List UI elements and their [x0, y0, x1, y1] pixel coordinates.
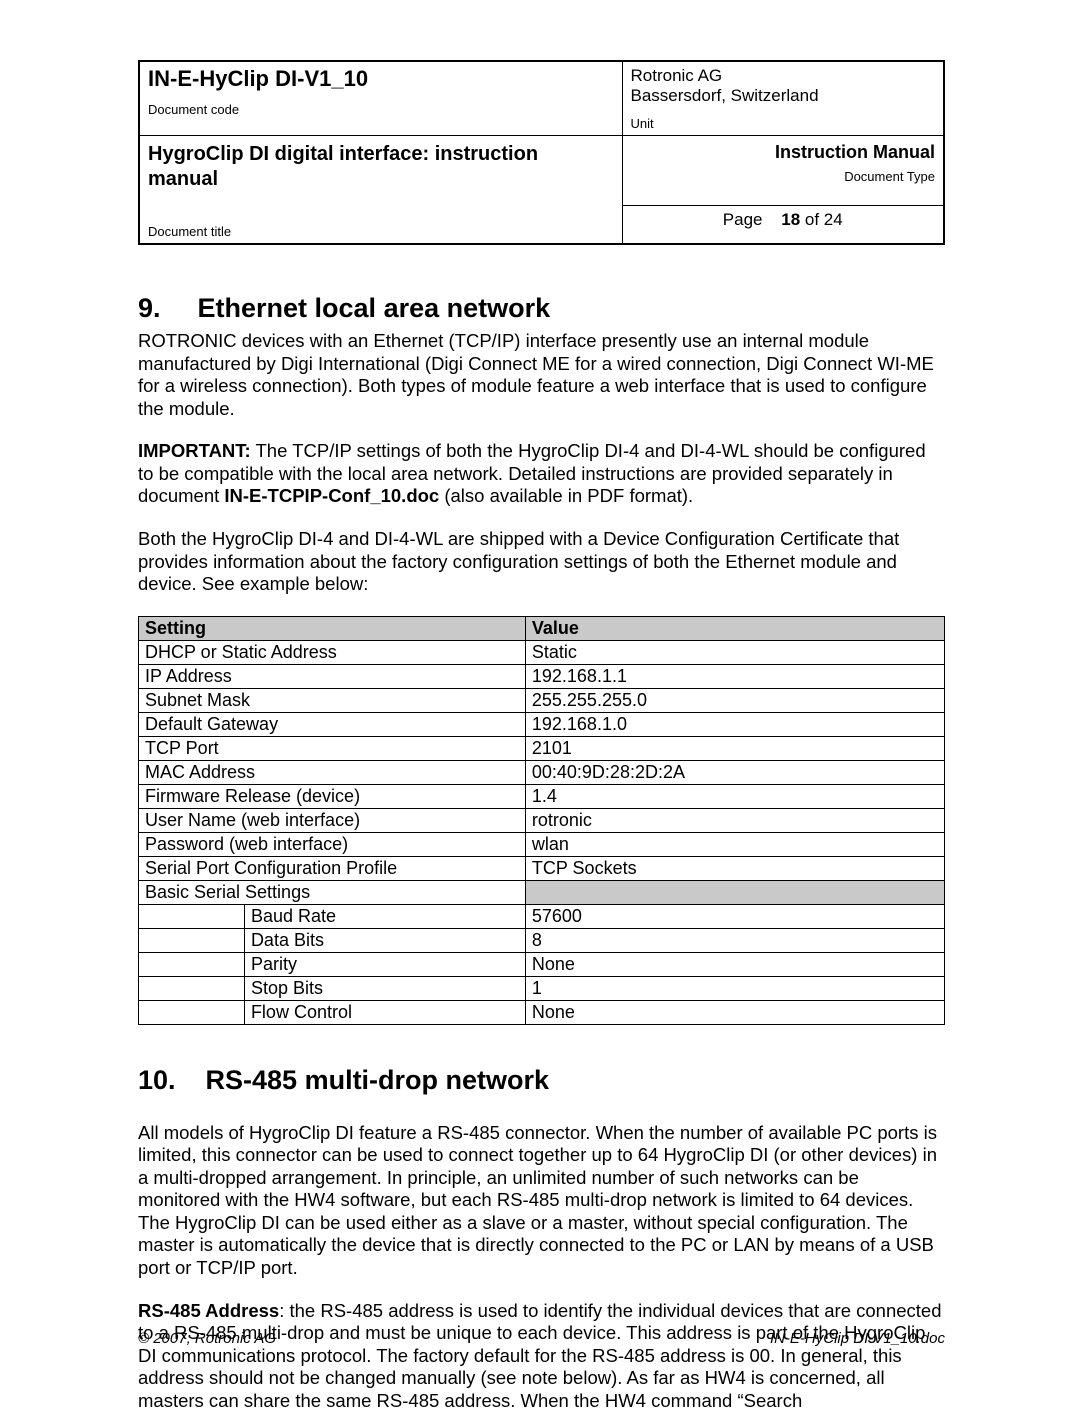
col-header-setting: Setting — [139, 616, 526, 640]
setting-name: User Name (web interface) — [139, 808, 526, 832]
section-10-title: RS-485 multi-drop network — [206, 1065, 550, 1095]
setting-sub-value: None — [525, 1000, 944, 1024]
table-row: IP Address192.168.1.1 — [139, 664, 945, 688]
setting-section-name: Basic Serial Settings — [139, 880, 526, 904]
setting-section-value — [525, 880, 944, 904]
table-sub-row: Baud Rate57600 — [139, 904, 945, 928]
setting-value: 00:40:9D:28:2D:2A — [525, 760, 944, 784]
section-9-heading: 9. Ethernet local area network — [138, 293, 945, 324]
table-section-row: Basic Serial Settings — [139, 880, 945, 904]
setting-name: IP Address — [139, 664, 526, 688]
table-row: Subnet Mask255.255.255.0 — [139, 688, 945, 712]
indent-cell — [139, 904, 245, 928]
setting-sub-value: 1 — [525, 976, 944, 1000]
important-doc-ref: IN-E-TCPIP-Conf_10.doc — [224, 485, 439, 506]
table-sub-row: Stop Bits1 — [139, 976, 945, 1000]
setting-sub-value: None — [525, 952, 944, 976]
setting-value: wlan — [525, 832, 944, 856]
section-9-para-3: Both the HygroClip DI-4 and DI-4-WL are … — [138, 528, 945, 596]
page-total: of 24 — [800, 210, 843, 229]
setting-sub-name: Flow Control — [244, 1000, 525, 1024]
setting-value: 192.168.1.1 — [525, 664, 944, 688]
footer-filename: IN-E-HyClip DI-V1_10.doc — [770, 1330, 945, 1347]
section-9-title: Ethernet local area network — [198, 293, 551, 323]
indent-cell — [139, 1000, 245, 1024]
company-location: Bassersdorf, Switzerland — [631, 86, 819, 105]
important-text-2: (also available in PDF format). — [439, 485, 693, 506]
section-9-para-1: ROTRONIC devices with an Ethernet (TCP/I… — [138, 330, 945, 420]
col-header-value: Value — [525, 616, 944, 640]
document-page: IN-E-HyClip DI-V1_10 Document code Rotro… — [0, 0, 1080, 1397]
company-name: Rotronic AG — [631, 66, 723, 85]
table-sub-row: ParityNone — [139, 952, 945, 976]
instruction-manual-label: Instruction Manual — [631, 142, 936, 163]
setting-name: Firmware Release (device) — [139, 784, 526, 808]
setting-value: 2101 — [525, 736, 944, 760]
unit-label: Unit — [631, 116, 936, 131]
setting-value: 255.255.255.0 — [525, 688, 944, 712]
table-row: Firmware Release (device)1.4 — [139, 784, 945, 808]
setting-name: TCP Port — [139, 736, 526, 760]
document-title-label: Document title — [148, 224, 614, 239]
rs485-address-label: RS-485 Address — [138, 1300, 279, 1321]
table-row: User Name (web interface)rotronic — [139, 808, 945, 832]
footer-copyright: © 2007; Rotronic AG — [138, 1330, 276, 1347]
document-type-label: Document Type — [631, 169, 936, 184]
document-header-table: IN-E-HyClip DI-V1_10 Document code Rotro… — [138, 60, 945, 245]
setting-sub-name: Data Bits — [244, 928, 525, 952]
setting-name: Password (web interface) — [139, 832, 526, 856]
section-9-important: IMPORTANT: The TCP/IP settings of both t… — [138, 440, 945, 508]
setting-name: Subnet Mask — [139, 688, 526, 712]
setting-value: rotronic — [525, 808, 944, 832]
setting-value: 1.4 — [525, 784, 944, 808]
table-row: Password (web interface)wlan — [139, 832, 945, 856]
indent-cell — [139, 928, 245, 952]
table-row: MAC Address00:40:9D:28:2D:2A — [139, 760, 945, 784]
section-10-number: 10. — [138, 1065, 198, 1096]
section-10-address-para: RS-485 Address: the RS-485 address is us… — [138, 1300, 945, 1412]
setting-sub-name: Baud Rate — [244, 904, 525, 928]
settings-table: Setting Value DHCP or Static AddressStat… — [138, 616, 945, 1025]
setting-value: TCP Sockets — [525, 856, 944, 880]
setting-name: DHCP or Static Address — [139, 640, 526, 664]
setting-name: Serial Port Configuration Profile — [139, 856, 526, 880]
section-9-number: 9. — [138, 293, 190, 324]
setting-value: Static — [525, 640, 944, 664]
important-label: IMPORTANT: — [138, 440, 251, 461]
section-10-para-1: All models of HygroClip DI feature a RS-… — [138, 1122, 945, 1280]
document-title: HygroClip DI digital interface: instruct… — [148, 143, 538, 190]
indent-cell — [139, 976, 245, 1000]
indent-cell — [139, 952, 245, 976]
table-row: Serial Port Configuration ProfileTCP Soc… — [139, 856, 945, 880]
section-10-heading: 10. RS-485 multi-drop network — [138, 1065, 945, 1096]
table-row: DHCP or Static AddressStatic — [139, 640, 945, 664]
setting-value: 192.168.1.0 — [525, 712, 944, 736]
document-code-label: Document code — [148, 102, 614, 117]
setting-sub-name: Parity — [244, 952, 525, 976]
page-footer: © 2007; Rotronic AG IN-E-HyClip DI-V1_10… — [138, 1330, 945, 1347]
table-row: TCP Port2101 — [139, 736, 945, 760]
table-sub-row: Data Bits8 — [139, 928, 945, 952]
table-row: Default Gateway192.168.1.0 — [139, 712, 945, 736]
setting-sub-value: 57600 — [525, 904, 944, 928]
table-sub-row: Flow ControlNone — [139, 1000, 945, 1024]
setting-sub-value: 8 — [525, 928, 944, 952]
setting-sub-name: Stop Bits — [244, 976, 525, 1000]
page-label: Page — [723, 210, 763, 229]
page-number: 18 — [781, 210, 800, 229]
document-code: IN-E-HyClip DI-V1_10 — [148, 66, 368, 91]
setting-name: Default Gateway — [139, 712, 526, 736]
setting-name: MAC Address — [139, 760, 526, 784]
